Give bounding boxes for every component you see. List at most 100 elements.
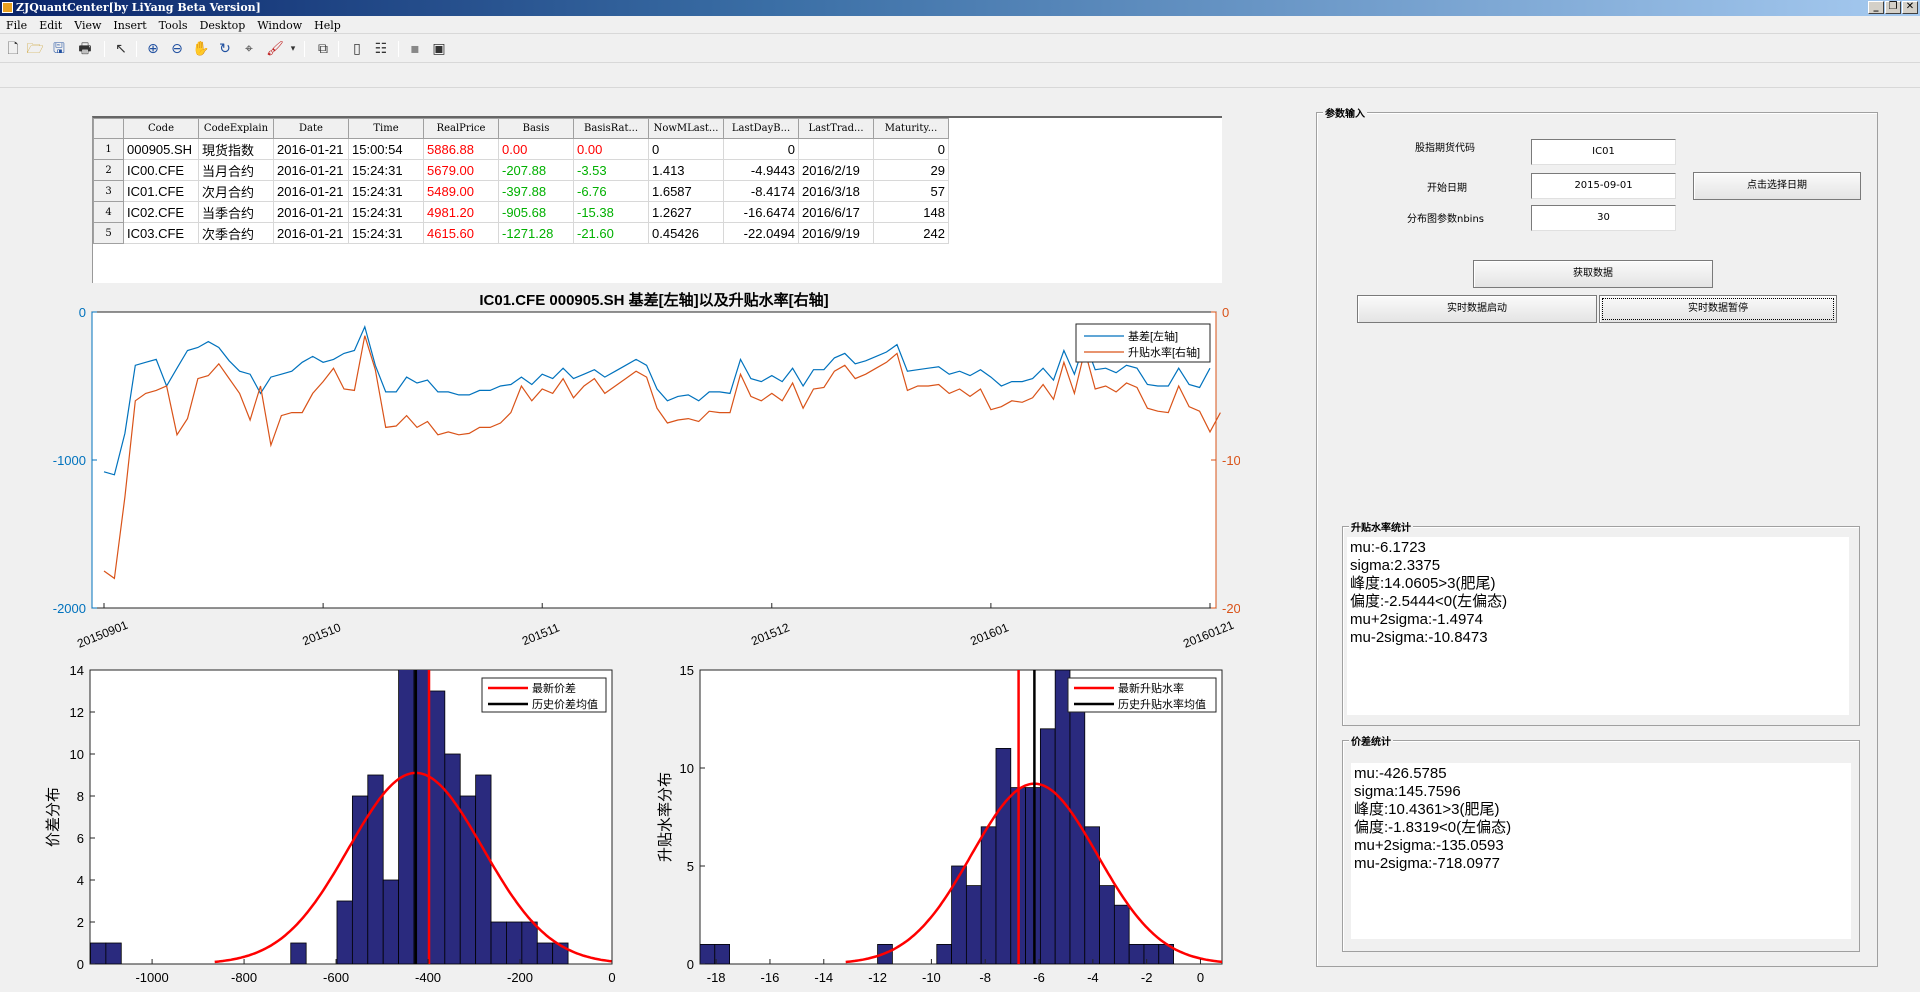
cell-lastdayb[interactable]: -22.0494	[723, 222, 799, 244]
brush-icon[interactable]: 🖌	[266, 40, 284, 58]
cell-explain[interactable]: 次季合约	[198, 222, 274, 244]
cell-realprice[interactable]: 5489.00	[423, 180, 499, 202]
menu-insert[interactable]: Insert	[107, 16, 152, 33]
cell-basisratio[interactable]: -15.38	[573, 201, 649, 223]
table-row[interactable]: 1 000905.SH 現货指数 2016-01-21 15:00:54 5886.88 0…	[93, 138, 949, 160]
cell-basisratio[interactable]: -21.60	[573, 222, 649, 244]
column-header-maturity[interactable]: Maturity...	[873, 118, 949, 139]
cell-nowmlast[interactable]: 0	[648, 138, 724, 160]
cell-code[interactable]: IC01.CFE	[123, 180, 199, 202]
data-cursor-icon[interactable]: ⌖	[240, 40, 258, 58]
cell-code[interactable]: IC02.CFE	[123, 201, 199, 223]
code-input[interactable]: IC01	[1531, 139, 1676, 165]
new-figure-icon[interactable]: 🗋	[4, 40, 22, 58]
cell-lasttrad[interactable]: 2016/2/19	[798, 159, 874, 181]
row-number[interactable]: 2	[93, 159, 124, 181]
show-plot-tools-icon[interactable]: ▣	[430, 40, 448, 58]
nbins-input[interactable]: 30	[1531, 205, 1676, 231]
menu-edit[interactable]: Edit	[33, 16, 68, 33]
open-file-icon[interactable]: 🗁	[26, 40, 44, 58]
table-row[interactable]: 5 IC03.CFE 次季合约 2016-01-21 15:24:31 4615.60 -1…	[93, 222, 949, 244]
fetch-data-button[interactable]: 获取数据	[1473, 260, 1713, 288]
basis-histogram-chart[interactable]: -1000 -800 -600 -400 -200 0 0 2 4 6 8 10 12 14 价差分布 最新价…	[0, 662, 630, 992]
cell-maturity[interactable]: 57	[873, 180, 949, 202]
cell-lastdayb[interactable]: -8.4174	[723, 180, 799, 202]
cell-code[interactable]: IC03.CFE	[123, 222, 199, 244]
column-header-basis[interactable]: Basis	[498, 118, 574, 139]
cell-date[interactable]: 2016-01-21	[273, 138, 349, 160]
cell-lasttrad[interactable]: 2016/9/19	[798, 222, 874, 244]
cell-code[interactable]: 000905.SH	[123, 138, 199, 160]
cell-basisratio[interactable]: -6.76	[573, 180, 649, 202]
column-header-realprice[interactable]: RealPrice	[423, 118, 499, 139]
rotate-3d-icon[interactable]: ↻	[216, 40, 234, 58]
zoom-out-icon[interactable]: ⊖	[168, 40, 186, 58]
basis-ratio-line-chart[interactable]: IC01.CFE 000905.SH 基差[左轴]以及升贴水率[右轴]0-100…	[0, 288, 1240, 658]
cell-maturity[interactable]: 29	[873, 159, 949, 181]
cell-explain[interactable]: 次月合约	[198, 180, 274, 202]
cell-realprice[interactable]: 4981.20	[423, 201, 499, 223]
close-button[interactable]: ✕	[1902, 1, 1918, 14]
quote-table[interactable]: Code CodeExplain Date Time RealPrice Bas…	[92, 116, 1222, 283]
column-header-date[interactable]: Date	[273, 118, 349, 139]
start-date-input[interactable]: 2015-09-01	[1531, 173, 1676, 199]
colorbar-icon[interactable]: ▯	[348, 40, 366, 58]
cell-lasttrad[interactable]: 2016/3/18	[798, 180, 874, 202]
realtime-start-button[interactable]: 实时数据启动	[1357, 295, 1597, 323]
column-header-codeexplain[interactable]: CodeExplain	[198, 118, 274, 139]
cell-nowmlast[interactable]: 1.6587	[648, 180, 724, 202]
cell-lastdayb[interactable]: -16.6474	[723, 201, 799, 223]
cell-realprice[interactable]: 5886.88	[423, 138, 499, 160]
cell-basis[interactable]: -1271.28	[498, 222, 574, 244]
cell-time[interactable]: 15:00:54	[348, 138, 424, 160]
cell-date[interactable]: 2016-01-21	[273, 222, 349, 244]
cell-date[interactable]: 2016-01-21	[273, 201, 349, 223]
cell-code[interactable]: IC00.CFE	[123, 159, 199, 181]
minimize-button[interactable]: _	[1868, 1, 1884, 14]
row-number[interactable]: 4	[93, 201, 124, 223]
menu-desktop[interactable]: Desktop	[194, 16, 252, 33]
column-header-time[interactable]: Time	[348, 118, 424, 139]
link-plot-icon[interactable]: ⧉	[314, 40, 332, 58]
cell-time[interactable]: 15:24:31	[348, 180, 424, 202]
legend-icon[interactable]: ☷	[372, 40, 390, 58]
cell-explain[interactable]: 現货指数	[198, 138, 274, 160]
row-number[interactable]: 1	[93, 138, 124, 160]
cell-basis[interactable]: -207.88	[498, 159, 574, 181]
cell-explain[interactable]: 当月合约	[198, 159, 274, 181]
cell-lastdayb[interactable]: -4.9443	[723, 159, 799, 181]
cell-maturity[interactable]: 242	[873, 222, 949, 244]
cell-realprice[interactable]: 4615.60	[423, 222, 499, 244]
cell-maturity[interactable]: 148	[873, 201, 949, 223]
column-header-lastdayb[interactable]: LastDayB...	[723, 118, 799, 139]
pan-icon[interactable]: ✋	[192, 40, 210, 58]
pointer-icon[interactable]: ↖	[112, 40, 130, 58]
table-row[interactable]: 4 IC02.CFE 当季合约 2016-01-21 15:24:31 4981.20 -9…	[93, 201, 949, 223]
cell-time[interactable]: 15:24:31	[348, 159, 424, 181]
cell-basisratio[interactable]: -3.53	[573, 159, 649, 181]
column-header-basisratio[interactable]: BasisRat...	[573, 118, 649, 139]
menu-tools[interactable]: Tools	[153, 16, 194, 33]
zoom-in-icon[interactable]: ⊕	[144, 40, 162, 58]
cell-maturity[interactable]: 0	[873, 138, 949, 160]
restore-button[interactable]: ❐	[1885, 1, 1901, 14]
cell-basis[interactable]: -905.68	[498, 201, 574, 223]
cell-date[interactable]: 2016-01-21	[273, 159, 349, 181]
cell-time[interactable]: 15:24:31	[348, 201, 424, 223]
table-row[interactable]: 2 IC00.CFE 当月合约 2016-01-21 15:24:31 5679.00 -2…	[93, 159, 949, 181]
column-header-nowmlast[interactable]: NowMLast...	[648, 118, 724, 139]
cell-nowmlast[interactable]: 0.45426	[648, 222, 724, 244]
column-header-code[interactable]: Code	[123, 118, 199, 139]
cell-realprice[interactable]: 5679.00	[423, 159, 499, 181]
cell-date[interactable]: 2016-01-21	[273, 180, 349, 202]
cell-explain[interactable]: 当季合约	[198, 201, 274, 223]
menu-view[interactable]: View	[68, 16, 107, 33]
table-row[interactable]: 3 IC01.CFE 次月合约 2016-01-21 15:24:31 5489.00 -3…	[93, 180, 949, 202]
hide-plot-tools-icon[interactable]: ▪	[406, 40, 424, 58]
brush-dropdown-icon[interactable]: ▾	[284, 40, 302, 58]
row-number[interactable]: 3	[93, 180, 124, 202]
cell-lasttrad[interactable]	[798, 138, 874, 160]
cell-nowmlast[interactable]: 1.413	[648, 159, 724, 181]
cell-basisratio[interactable]: 0.00	[573, 138, 649, 160]
cell-nowmlast[interactable]: 1.2627	[648, 201, 724, 223]
